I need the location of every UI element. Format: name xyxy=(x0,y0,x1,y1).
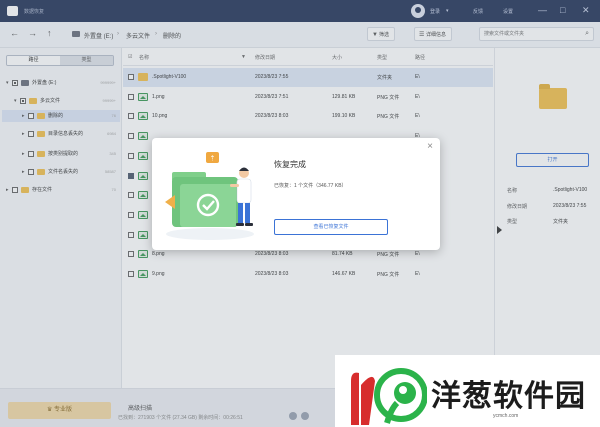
watermark-logo-icon xyxy=(351,368,427,425)
watermark-text: 洋葱软件园 xyxy=(431,379,586,414)
dialog-detail: 已恢复：1 个文件（346.77 KB） xyxy=(274,183,347,189)
svg-text:⇡: ⇡ xyxy=(210,155,216,163)
watermark: 洋葱软件园 ycmch.com xyxy=(335,355,600,427)
recovery-complete-dialog: × ⇡ 恢复完成 已恢复：1 个文件（346.77 KB） 查看已恢复文件 xyxy=(152,138,440,250)
dialog-title: 恢复完成 xyxy=(274,160,306,169)
close-icon[interactable]: × xyxy=(427,142,433,152)
watermark-url: ycmch.com xyxy=(493,413,519,419)
view-recovered-button[interactable]: 查看已恢复文件 xyxy=(274,219,388,235)
recovery-illustration-icon: ⇡ xyxy=(165,152,254,240)
